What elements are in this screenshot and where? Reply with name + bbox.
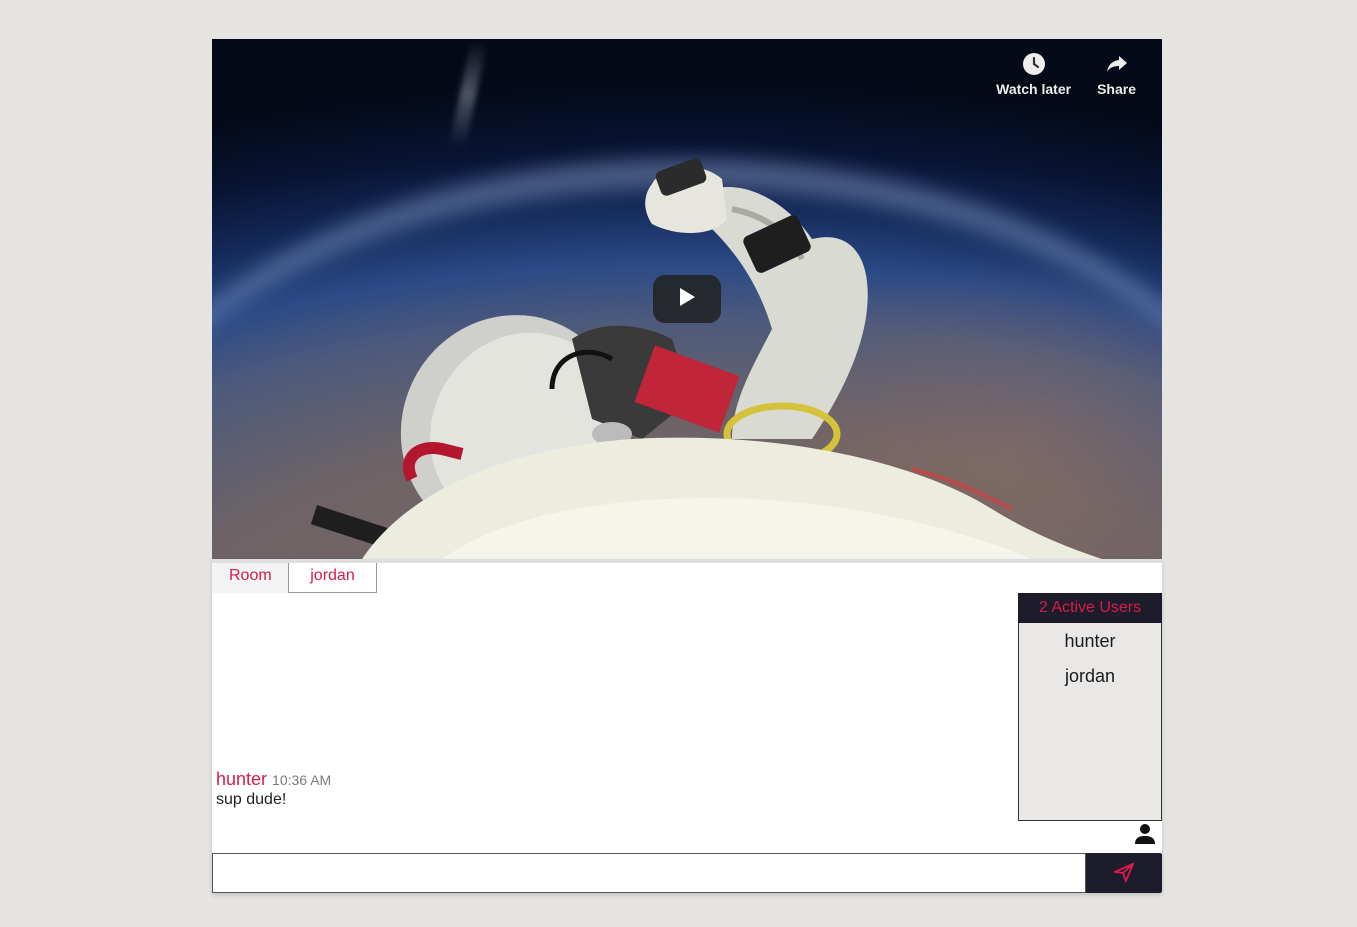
watch-later-button[interactable]: Watch later: [996, 51, 1071, 97]
message-timestamp: 10:36 AM: [272, 772, 332, 788]
share-icon: [1104, 51, 1130, 77]
share-label: Share: [1097, 81, 1136, 97]
tab-jordan[interactable]: jordan: [288, 563, 377, 593]
watch-party-app: Watch later Share Room jordan hunter 10:…: [212, 39, 1162, 893]
share-button[interactable]: Share: [1097, 51, 1136, 97]
message-text: sup dude!: [216, 791, 287, 808]
video-player[interactable]: Watch later Share: [212, 39, 1162, 559]
chat-message: hunter 10:36 AM sup dude!: [216, 769, 331, 809]
play-icon: [677, 287, 697, 311]
tab-room[interactable]: Room: [212, 563, 288, 593]
active-user-item: hunter: [1064, 631, 1116, 651]
message-input[interactable]: [212, 853, 1086, 893]
video-actions: Watch later Share: [996, 51, 1136, 97]
message-header: hunter 10:36 AM: [216, 769, 331, 790]
active-users-panel: 2 Active Users hunter jordan: [1018, 593, 1162, 821]
person-icon[interactable]: [1134, 823, 1156, 845]
active-users-list: hunter jordan: [1019, 623, 1161, 694]
active-user-item: jordan: [1064, 666, 1116, 686]
watch-later-label: Watch later: [996, 81, 1072, 97]
send-button[interactable]: [1086, 853, 1162, 893]
play-button[interactable]: [653, 275, 721, 323]
active-users-title: 2 Active Users: [1018, 593, 1162, 623]
message-author: hunter: [216, 769, 268, 789]
send-icon: [1113, 861, 1135, 886]
chat-tabs: Room jordan: [212, 563, 377, 593]
message-list: hunter 10:36 AM sup dude!: [216, 769, 331, 809]
clock-icon: [1021, 51, 1047, 77]
message-composer: [212, 853, 1162, 893]
chat-panel: Room jordan hunter 10:36 AM sup dude! 2 …: [212, 559, 1162, 893]
